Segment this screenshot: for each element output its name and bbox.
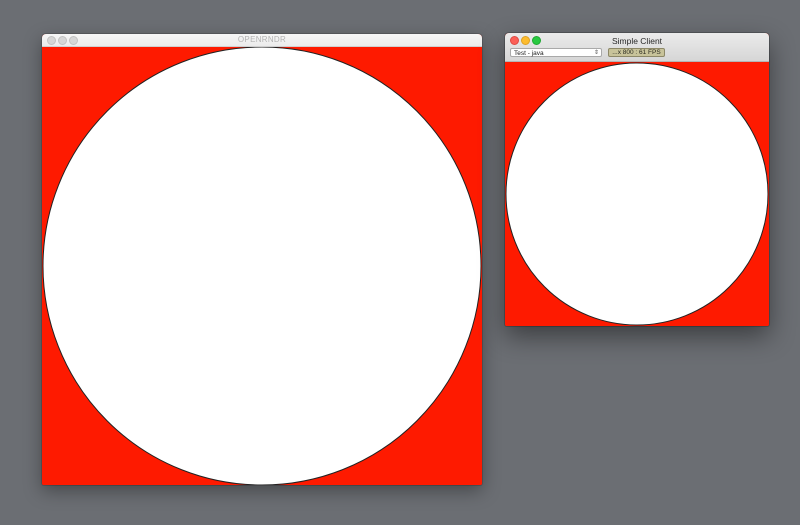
test-selector-value: Test - java: [514, 50, 544, 57]
white-circle: [505, 62, 769, 326]
client-drawing: [505, 62, 769, 326]
window-title: Simple Client: [611, 36, 663, 46]
openrndr-drawing: [42, 47, 482, 485]
client-canvas[interactable]: [505, 62, 769, 326]
window-title: OPENRNDR: [237, 35, 287, 44]
openrndr-window[interactable]: OPENRNDR: [42, 34, 482, 485]
fps-readout: ...x 800 : 61 FPS: [608, 48, 665, 57]
updown-chevron-icon: ⇕: [593, 50, 599, 56]
white-circle: [42, 47, 482, 485]
simple-client-window[interactable]: Simple Client Test - java ⇕ ...x 800 : 6…: [505, 33, 769, 326]
test-selector[interactable]: Test - java ⇕: [510, 48, 602, 57]
openrndr-canvas[interactable]: [42, 47, 482, 485]
client-titlebar[interactable]: Simple Client Test - java ⇕ ...x 800 : 6…: [505, 33, 769, 62]
openrndr-titlebar[interactable]: OPENRNDR: [42, 34, 482, 47]
desktop: OPENRNDR Simple Client Test - java ⇕ ...…: [0, 0, 800, 525]
